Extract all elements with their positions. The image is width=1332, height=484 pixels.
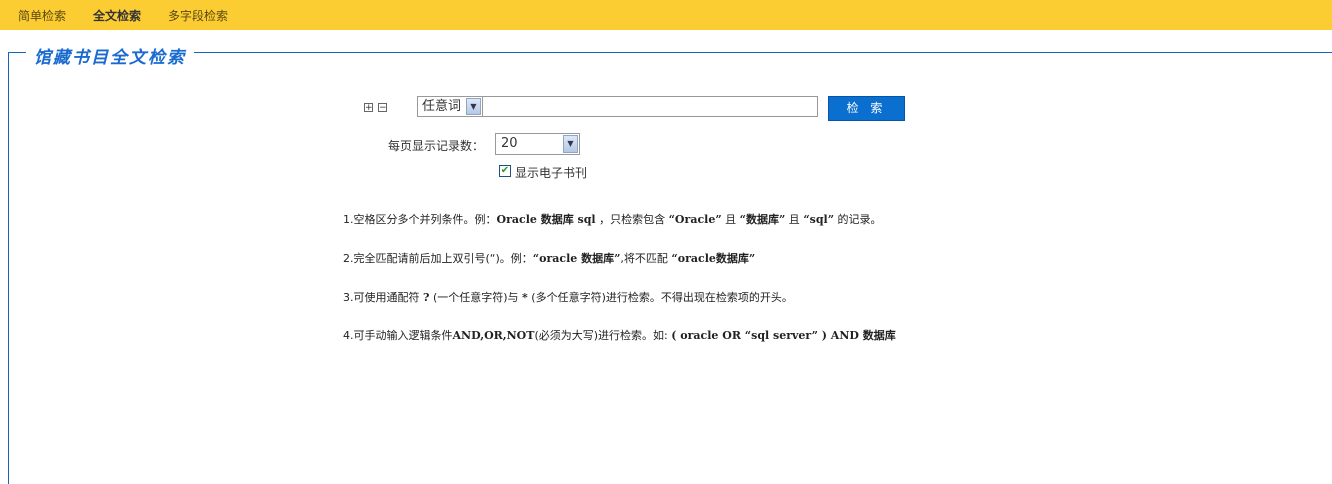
add-row-icon[interactable]: + (364, 103, 373, 113)
remove-row-icon[interactable]: − (378, 103, 387, 113)
tip-example: “sql” (803, 213, 835, 226)
tip-text: (一个任意字符)与 (429, 291, 523, 304)
tip-example: “数据库” (739, 213, 786, 226)
tip-text: (必须为大写)进行检索。如: (534, 329, 672, 342)
tip-text: 4.可手动输入逻辑条件 (343, 329, 453, 342)
show-ejournal-checkbox[interactable]: ✔ (499, 165, 511, 177)
per-page-label: 每页显示记录数： (388, 139, 485, 153)
tip-example: AND,OR,NOT (452, 329, 535, 342)
search-tip: 2.完全匹配请前后加上双引号(“)。例：“oracle 数据库”,将不匹配 “o… (343, 250, 755, 266)
section-title: 馆藏书目全文检索 (26, 43, 194, 68)
nav-simple-search[interactable]: 简单检索 (18, 7, 66, 24)
tip-example: “Oracle” (668, 213, 722, 226)
tip-text: 2.完全匹配请前后加上双引号(“)。例： (343, 252, 533, 265)
field-select[interactable]: 任意词 ▼ (417, 96, 483, 117)
search-tip: 1.空格区分多个并列条件。例：Oracle 数据库 sql ，只检索包含 “Or… (343, 211, 882, 227)
tip-text: (多个任意字符)进行检索。不得出现在检索项的开头。 (527, 291, 793, 304)
top-nav: 简单检索 全文检索 多字段检索 (0, 0, 1332, 30)
tip-text: 1.空格区分多个并列条件。例： (343, 213, 497, 226)
show-ejournal-label: 显示电子书刊 (515, 166, 588, 180)
frame-border-top (8, 52, 1332, 53)
chevron-down-icon[interactable]: ▼ (466, 98, 481, 115)
search-tip: 3.可使用通配符 ? (一个任意字符)与 * (多个任意字符)进行检索。不得出现… (343, 289, 793, 305)
tip-example: Oracle 数据库 sql (496, 213, 596, 226)
tip-text: 且 (721, 213, 740, 226)
nav-fulltext-search[interactable]: 全文检索 (93, 7, 141, 24)
tip-text: ，只检索包含 (595, 213, 669, 226)
field-select-value: 任意词 (422, 99, 462, 114)
query-input[interactable] (483, 96, 818, 117)
tip-example: “oracle 数据库” (532, 252, 621, 265)
per-page-select[interactable]: 20 ▼ (495, 133, 580, 155)
tip-example: ( oracle OR “sql server” ) AND 数据库 (671, 329, 896, 342)
search-tip: 4.可手动输入逻辑条件AND,OR,NOT(必须为大写)进行检索。如: ( or… (343, 327, 896, 343)
tip-text: ,将不匹配 (620, 252, 672, 265)
chevron-down-icon[interactable]: ▼ (563, 135, 578, 153)
tip-text: 且 (785, 213, 804, 226)
per-page-value: 20 (501, 136, 518, 151)
frame-border-left (8, 52, 9, 484)
search-button[interactable]: 检 索 (828, 96, 905, 121)
nav-multifield-search[interactable]: 多字段检索 (168, 7, 228, 24)
tip-example: “oracle数据库” (671, 252, 756, 265)
tip-text: 的记录。 (834, 213, 882, 226)
tip-text: 3.可使用通配符 (343, 291, 423, 304)
